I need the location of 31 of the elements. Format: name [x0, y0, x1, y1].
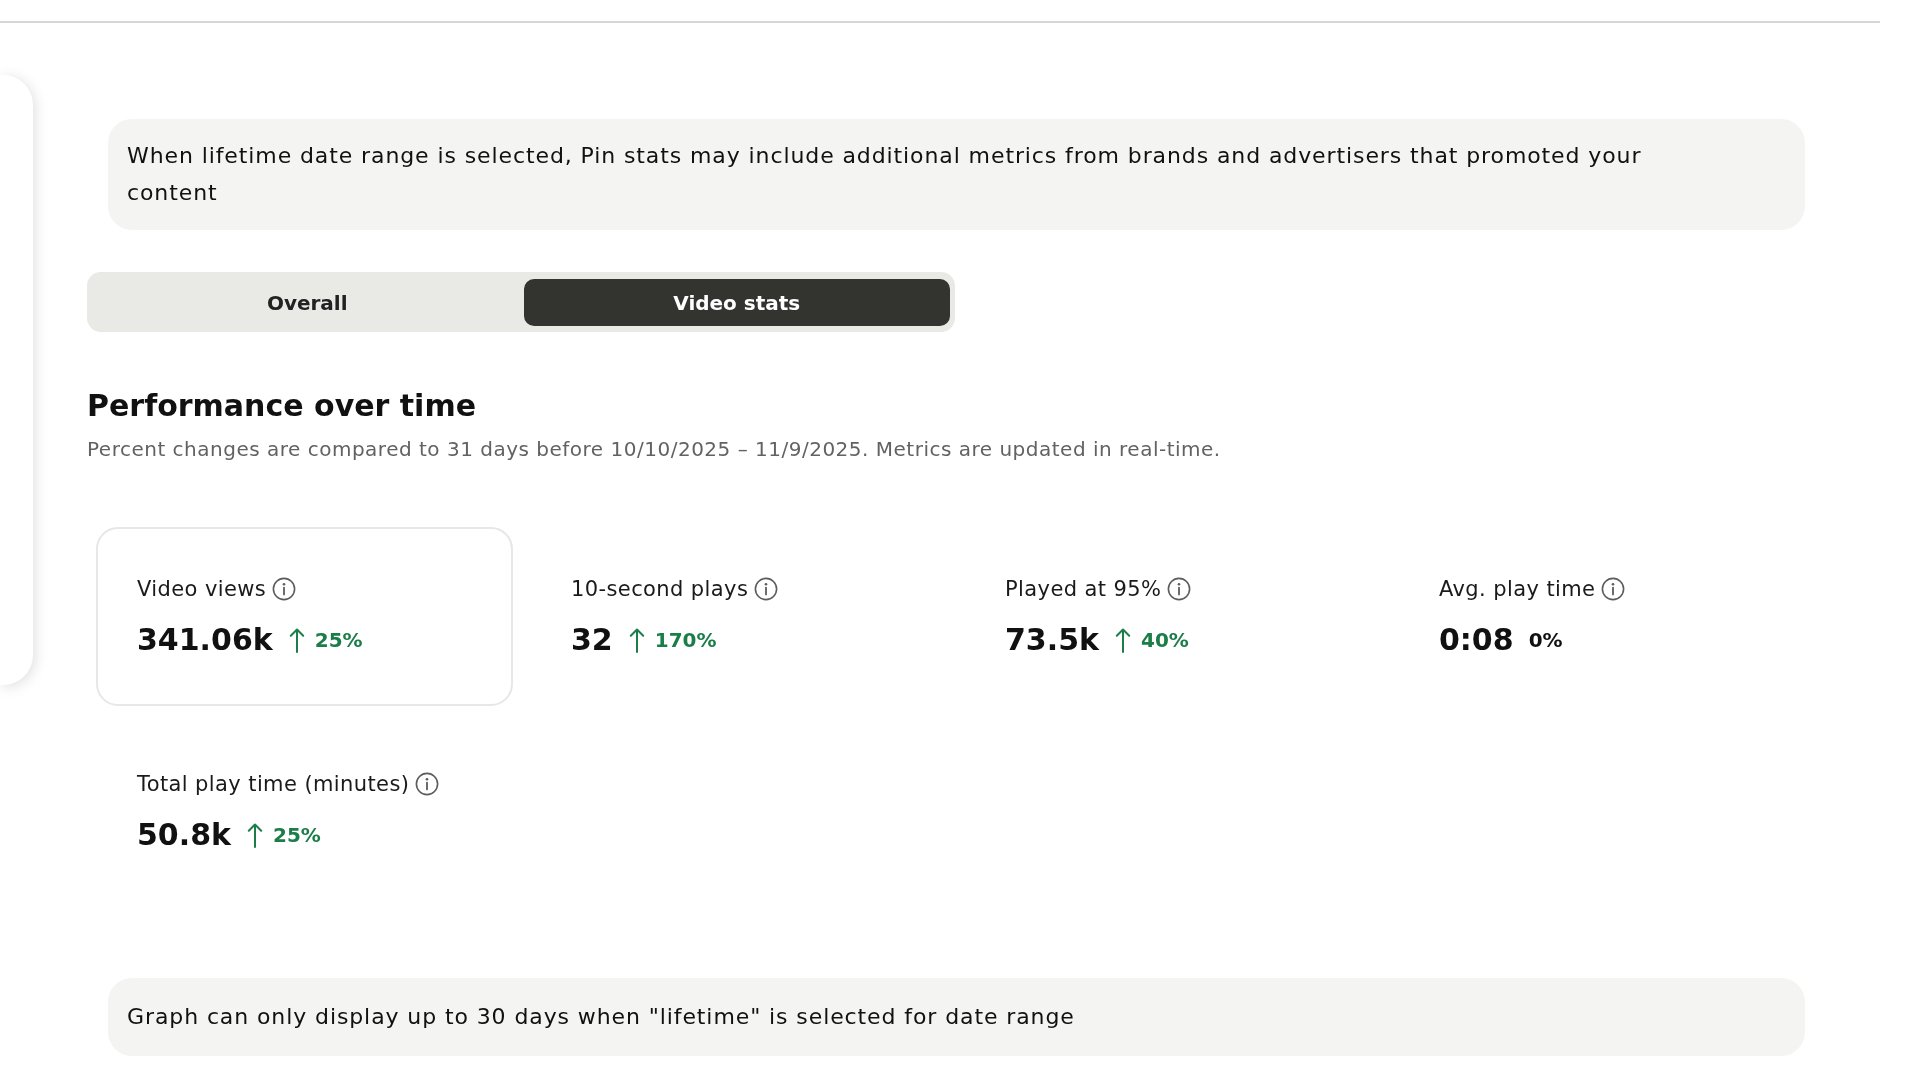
- change-percent: 0%: [1528, 628, 1563, 652]
- change-percent: 25%: [273, 823, 321, 847]
- info-icon[interactable]: [1167, 577, 1192, 601]
- metric-value: 32: [571, 622, 613, 658]
- metric-value: 341.06k: [137, 622, 273, 658]
- metric-value: 0:08: [1439, 622, 1514, 658]
- info-icon[interactable]: [272, 577, 297, 601]
- info-icon[interactable]: [1601, 577, 1626, 601]
- metric-value: 73.5k: [1005, 622, 1099, 658]
- metric-card[interactable]: Total play time (minutes) 50.8k 25%: [96, 722, 513, 901]
- metric-card[interactable]: 10-second plays 32 170%: [530, 527, 947, 706]
- tab[interactable]: Overall: [94, 279, 521, 326]
- metric-card[interactable]: Avg. play time 0:08 0%: [1398, 527, 1815, 706]
- metric-card[interactable]: Video views 341.06k 25%: [96, 527, 513, 706]
- section-subtitle: Percent changes are compared to 31 days before 10/10/2025 – 11/9/2025. Metrics are updated in real-time.: [87, 436, 1221, 462]
- metric-card[interactable]: Played at 95% 73.5k 40%: [964, 527, 1381, 706]
- metric-label: Total play time (minutes): [137, 771, 410, 797]
- info-icon[interactable]: [754, 577, 779, 601]
- section-title: Performance over time: [87, 388, 476, 424]
- notice-text: Graph can only display up to 30 days when "lifetime" is selected for date range: [127, 1003, 1076, 1031]
- change-percent: 25%: [314, 628, 363, 652]
- metric-label: 10-second plays: [571, 576, 749, 602]
- change-percent: 40%: [1141, 628, 1189, 652]
- change-percent: 170%: [654, 628, 717, 652]
- metric-label: Played at 95%: [1005, 576, 1162, 602]
- info-icon[interactable]: [415, 772, 440, 796]
- metric-label: Avg. play time: [1439, 576, 1596, 602]
- tab[interactable]: Video stats: [523, 279, 950, 326]
- metric-label: Video views: [137, 576, 267, 602]
- metric-value: 50.8k: [137, 817, 231, 853]
- notice-text: When lifetime date range is selected, Pin stats may include additional metrics from brands and advertisers that promoted your content: [127, 142, 1643, 207]
